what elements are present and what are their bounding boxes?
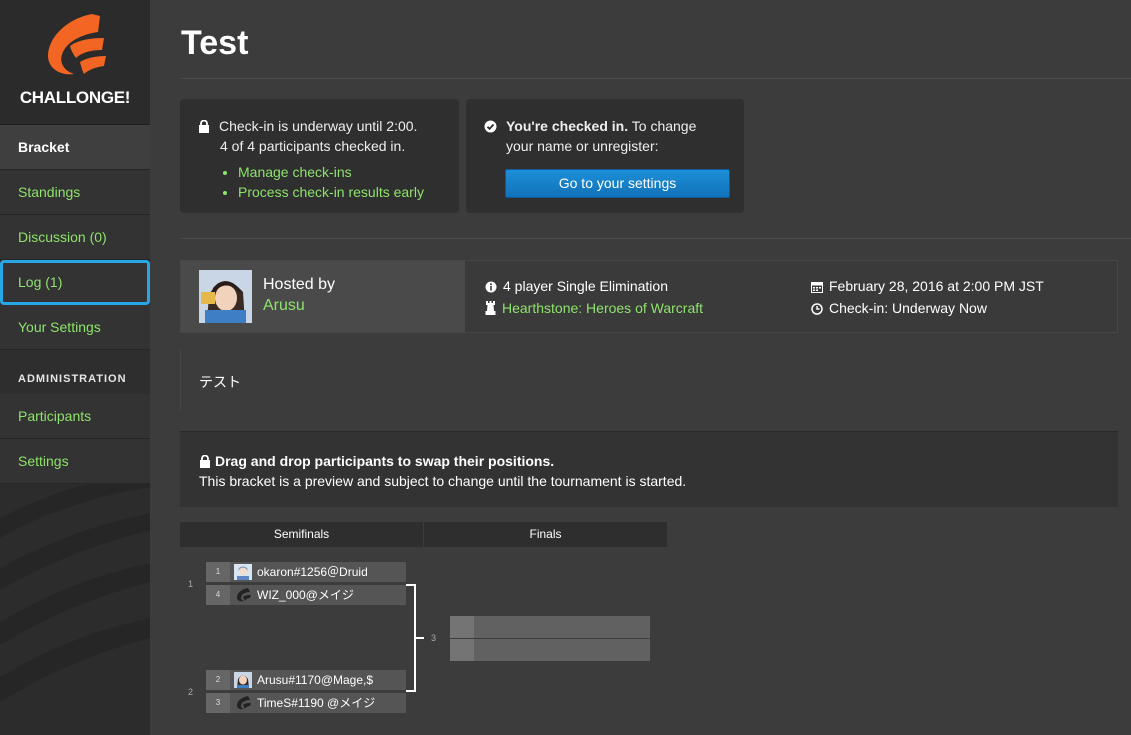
host-avatar[interactable] <box>199 270 252 323</box>
sidebar-item-discussion[interactable]: Discussion (0) <box>0 215 150 260</box>
challonge-logo-icon <box>47 14 106 75</box>
final-slot-bottom[interactable] <box>450 639 650 661</box>
tournament-game: Hearthstone: Heroes of Warcraft <box>485 300 703 316</box>
checkin-count-text: 4 of 4 participants checked in. <box>220 138 406 154</box>
sidebar-section-administration: ADMINISTRATION <box>0 350 150 394</box>
match-number: 2 <box>188 687 194 697</box>
hosted-by-label: Hosted by <box>263 276 336 293</box>
checkin-links: Manage check-ins Process check-in result… <box>198 162 441 202</box>
go-to-settings-button[interactable]: Go to your settings <box>505 169 730 198</box>
clock-icon <box>811 303 823 315</box>
lock-icon <box>199 120 209 133</box>
manage-checkins-link[interactable]: Manage check-ins <box>238 164 352 180</box>
game-link[interactable]: Hearthstone: Heroes of Warcraft <box>502 300 703 316</box>
sidebar: CHALLONGE! Bracket Standings Discussion … <box>0 0 150 735</box>
seed-number: 3 <box>206 693 230 713</box>
match-number: 1 <box>188 579 194 589</box>
final-slot-top[interactable] <box>450 616 650 638</box>
participant-name: okaron#1256＠Druid <box>257 565 368 579</box>
host-section: Hosted by Arusu <box>181 261 465 332</box>
sidebar-item-standings[interactable]: Standings <box>0 170 150 215</box>
seed-number: 4 <box>206 585 230 605</box>
background-swoosh <box>0 472 150 703</box>
match-number: 3 <box>431 633 437 643</box>
sidebar-item-your-settings[interactable]: Your Settings <box>0 305 150 350</box>
seed-number: 1 <box>206 562 230 582</box>
bracket-connector <box>406 690 415 692</box>
rook-icon <box>485 301 496 315</box>
bracket-connector <box>416 637 424 639</box>
date-text: February 28, 2016 at 2:00 PM JST <box>829 278 1044 294</box>
notice-body: This bracket is a preview and subject to… <box>199 473 687 489</box>
tournament-info: Hosted by Arusu 4 player Single Eliminat… <box>180 260 1118 333</box>
tournament-description: テスト <box>180 350 1118 410</box>
divider <box>181 78 1131 79</box>
brand-name: CHALLONGE! <box>19 88 131 107</box>
round-header-finals: Finals <box>424 522 667 547</box>
default-avatar-icon <box>234 695 252 711</box>
checked-in-panel: You're checked in. To change your name o… <box>466 99 744 213</box>
sidebar-item-participants[interactable]: Participants <box>0 394 150 439</box>
host-name-link[interactable]: Arusu <box>263 297 305 315</box>
challonge-logo[interactable]: CHALLONGE! <box>0 0 150 125</box>
sidebar-item-settings[interactable]: Settings <box>0 439 150 484</box>
participant-name: Arusu#1170@Mage,$ <box>257 673 374 687</box>
lock-icon <box>200 455 210 468</box>
participant-slot[interactable]: 2 Arusu#1170@Mage,$ <box>206 670 406 690</box>
format-text: 4 player Single Elimination <box>503 278 668 294</box>
checkin-panel: Check-in is underway until 2:00. 4 of 4 … <box>180 99 459 213</box>
participant-name: TimeS#1190 @メイジ <box>257 696 376 710</box>
tournament-date: February 28, 2016 at 2:00 PM JST <box>811 278 1044 294</box>
sidebar-item-log[interactable]: Log (1) <box>0 260 150 305</box>
checkin-status: Check-in: Underway Now <box>829 300 987 316</box>
seed-number: 2 <box>206 670 230 690</box>
round-header-semifinals: Semifinals <box>180 522 423 547</box>
checked-in-bold: You're checked in. <box>506 118 629 134</box>
participant-avatar <box>234 564 252 580</box>
participant-slot[interactable]: 1 okaron#1256＠Druid <box>206 562 406 582</box>
main-content: Test Check-in is underway until 2:00. 4 … <box>150 0 1131 735</box>
divider <box>181 238 1131 239</box>
default-avatar-icon <box>234 587 252 603</box>
participant-avatar <box>234 672 252 688</box>
check-circle-icon <box>484 120 497 133</box>
final-divider <box>450 638 650 639</box>
checkin-status-text: Check-in is underway until 2:00. <box>219 118 418 134</box>
calendar-icon <box>811 282 823 293</box>
checked-in-line2: your name or unregister: <box>506 138 659 154</box>
notice-title: Drag and drop participants to swap their… <box>215 453 555 469</box>
page-title: Test <box>181 24 249 62</box>
participant-slot[interactable]: 3 TimeS#1190 @メイジ <box>206 693 406 713</box>
info-icon <box>485 281 497 293</box>
bracket-preview-notice: Drag and drop participants to swap their… <box>180 431 1118 507</box>
tournament-checkin: Check-in: Underway Now <box>811 300 987 316</box>
tournament-format: 4 player Single Elimination <box>485 278 668 294</box>
participant-name: WIZ_000@メイジ <box>257 588 354 602</box>
participant-slot[interactable]: 4 WIZ_000@メイジ <box>206 585 406 605</box>
checked-in-rest: To change <box>628 118 697 134</box>
sidebar-item-bracket[interactable]: Bracket <box>0 125 150 170</box>
process-checkin-link[interactable]: Process check-in results early <box>238 184 424 200</box>
